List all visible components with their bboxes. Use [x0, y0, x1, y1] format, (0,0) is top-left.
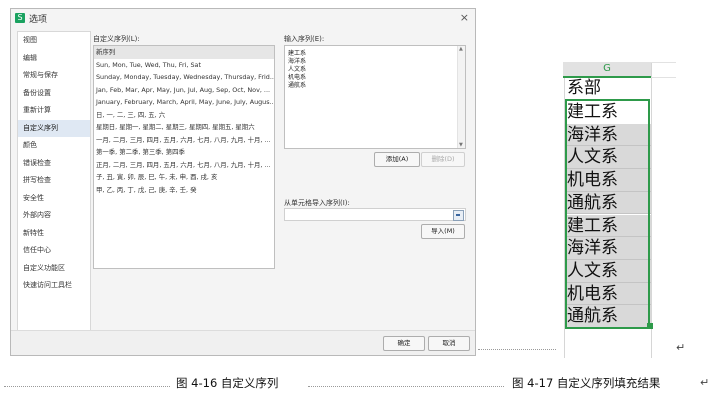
scroll-down-icon[interactable]: ▼ — [459, 142, 463, 148]
import-button[interactable]: 导入(M) — [421, 224, 465, 239]
title-bar: S 选项 × — [11, 9, 475, 29]
scroll-up-icon[interactable]: ▲ — [459, 46, 463, 52]
spreadsheet-column: G 系部 建工系 海洋系 人文系 机电系 通航系 建工系 海洋系 人文系 机电系… — [563, 62, 653, 358]
ok-button[interactable]: 确定 — [383, 336, 425, 351]
list-item[interactable]: 新序列 — [94, 46, 274, 59]
dotted-rule — [308, 386, 504, 387]
list-item[interactable]: January, February, March, April, May, Ju… — [94, 96, 274, 109]
dotted-rule — [4, 386, 170, 387]
add-button[interactable]: 添加(A) — [374, 152, 420, 167]
header-cell[interactable]: 系部 — [565, 77, 651, 100]
list-item[interactable]: Jan, Feb, Mar, Apr, May, Jun, Jul, Aug, … — [94, 84, 274, 97]
sidebar-item-trust-center[interactable]: 信任中心 — [18, 242, 90, 260]
sidebar-item-security[interactable]: 安全性 — [18, 190, 90, 208]
delete-button[interactable]: 删除(D) — [421, 152, 465, 167]
grid-line — [651, 62, 676, 63]
sidebar-item-spell-check[interactable]: 拼写检查 — [18, 172, 90, 190]
list-item[interactable]: Sun, Mon, Tue, Wed, Thu, Fri, Sat — [94, 59, 274, 72]
entry-line: 机电系 — [288, 74, 307, 81]
list-item[interactable]: 子, 丑, 寅, 卯, 辰, 巳, 午, 未, 申, 酉, 戌, 亥 — [94, 171, 274, 184]
fill-handle[interactable] — [647, 323, 653, 329]
paragraph-mark: ↵ — [700, 376, 710, 389]
range-picker-icon[interactable] — [453, 210, 464, 221]
close-icon[interactable]: × — [460, 11, 469, 24]
import-label: 从单元格导入序列(I): — [284, 199, 350, 207]
entry-line: 建工系 — [288, 50, 307, 57]
grid-line — [651, 62, 652, 358]
list-item[interactable]: Sunday, Monday, Tuesday, Wednesday, Thur… — [94, 71, 274, 84]
selection-border — [565, 99, 650, 329]
sidebar-item-general-save[interactable]: 常规与保存 — [18, 67, 90, 85]
sidebar-item-recalculate[interactable]: 重新计算 — [18, 102, 90, 120]
sidebar-item-view[interactable]: 视图 — [18, 32, 90, 50]
list-item[interactable]: 一月, 二月, 三月, 四月, 五月, 六月, 七月, 八月, 九月, 十月, … — [94, 134, 274, 147]
sidebar-item-error-check[interactable]: 错误检查 — [18, 155, 90, 173]
cancel-button[interactable]: 取消 — [428, 336, 470, 351]
sidebar-item-custom-lists[interactable]: 自定义序列 — [18, 119, 90, 137]
sidebar-item-edit[interactable]: 编辑 — [18, 50, 90, 68]
app-icon: S — [15, 13, 25, 23]
dialog-title: 选项 — [29, 15, 48, 25]
import-range-input[interactable] — [284, 208, 466, 221]
entries-scrollbar[interactable]: ▲ ▼ — [457, 46, 465, 148]
sidebar-item-external-content[interactable]: 外部内容 — [18, 207, 90, 225]
entry-line: 海洋系 — [288, 58, 307, 65]
sidebar-item-new-features[interactable]: 新特性 — [18, 225, 90, 243]
list-item[interactable]: 星期日, 星期一, 星期二, 星期三, 星期四, 星期五, 星期六 — [94, 121, 274, 134]
list-item[interactable]: 正月, 二月, 三月, 四月, 五月, 六月, 七月, 八月, 九月, 十月, … — [94, 159, 274, 172]
entry-line: 人文系 — [288, 66, 307, 73]
dialog-footer: 确定 取消 — [11, 330, 475, 355]
sidebar-item-customize-ribbon[interactable]: 自定义功能区 — [18, 260, 90, 278]
list-item[interactable]: 甲, 乙, 丙, 丁, 戊, 己, 庚, 辛, 壬, 癸 — [94, 184, 274, 197]
list-item[interactable]: 第一季, 第二季, 第三季, 第四季 — [94, 146, 274, 159]
sidebar-item-quick-access-toolbar[interactable]: 快速访问工具栏 — [18, 277, 90, 295]
figure-caption-right: 图 4-17 自定义序列填充结果 — [512, 376, 661, 390]
entries-label: 输入序列(E): — [284, 35, 325, 43]
grid-line — [651, 77, 676, 78]
list-entries-textarea[interactable]: 建工系 海洋系 人文系 机电系 通航系 ▲ ▼ — [284, 45, 466, 149]
custom-lists-label: 自定义序列(L): — [93, 35, 140, 43]
dotted-rule — [478, 349, 556, 350]
entry-line: 通航系 — [288, 82, 307, 89]
options-sidebar: 视图 编辑 常规与保存 备份设置 重新计算 自定义序列 颜色 错误检查 拼写检查… — [17, 31, 91, 333]
column-header-g[interactable]: G — [563, 62, 651, 78]
figure-caption-left: 图 4-16 自定义序列 — [176, 376, 279, 390]
list-item[interactable]: 日, 一, 二, 三, 四, 五, 六 — [94, 109, 274, 122]
sidebar-item-backup[interactable]: 备份设置 — [18, 85, 90, 103]
custom-lists-listbox[interactable]: 新序列 Sun, Mon, Tue, Wed, Thu, Fri, Sat Su… — [93, 45, 275, 269]
sidebar-item-color[interactable]: 颜色 — [18, 137, 90, 155]
options-dialog: S 选项 × 视图 编辑 常规与保存 备份设置 重新计算 自定义序列 颜色 错误… — [10, 8, 476, 356]
paragraph-mark: ↵ — [676, 341, 686, 354]
